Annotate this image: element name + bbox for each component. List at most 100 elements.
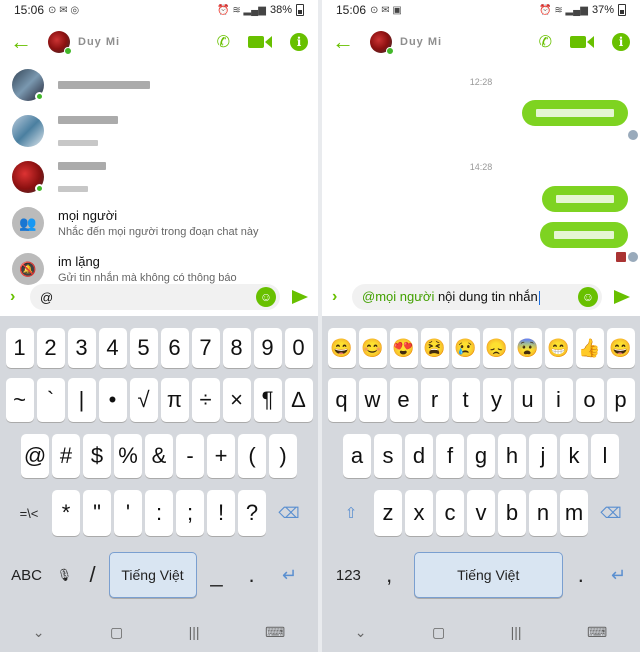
abc-key[interactable]: ABC xyxy=(3,552,50,598)
number-key[interactable]: 9 xyxy=(253,328,282,368)
mention-item[interactable] xyxy=(0,108,318,154)
keyboard-icon[interactable]: ⌨ xyxy=(587,624,607,641)
symbol-key[interactable]: + xyxy=(207,434,235,478)
symbol-key[interactable]: " xyxy=(83,490,111,536)
more-symbols-key[interactable]: =\< xyxy=(9,490,49,536)
symbol-key[interactable]: ¶ xyxy=(253,378,282,422)
message-input[interactable]: @ ☺ xyxy=(30,284,280,310)
number-key[interactable]: 6 xyxy=(160,328,189,368)
letter-key[interactable]: t xyxy=(451,378,480,422)
letter-key[interactable]: h xyxy=(498,434,526,478)
info-icon[interactable]: i xyxy=(612,33,630,51)
letter-key[interactable]: n xyxy=(529,490,557,536)
number-key[interactable]: 0 xyxy=(284,328,313,368)
number-key[interactable]: 123 xyxy=(325,552,372,598)
emoji-icon[interactable]: ☺ xyxy=(578,287,598,307)
underscore-key[interactable]: _ xyxy=(199,552,234,598)
number-key[interactable]: 1 xyxy=(5,328,34,368)
back-arrow-icon[interactable]: ← xyxy=(10,29,36,55)
recents-icon[interactable]: ||| xyxy=(511,624,522,640)
dot-key[interactable]: . xyxy=(565,552,596,598)
symbol-key[interactable]: π xyxy=(160,378,189,422)
symbol-key[interactable]: @ xyxy=(21,434,49,478)
symbol-key[interactable]: ∆ xyxy=(284,378,313,422)
symbol-key[interactable]: - xyxy=(176,434,204,478)
message-input[interactable]: @mọi người nội dung tin nhắn ☺ xyxy=(352,284,602,310)
dot-key[interactable]: . xyxy=(236,552,267,598)
enter-icon[interactable]: ↵ xyxy=(598,552,639,598)
symbol-key[interactable]: # xyxy=(52,434,80,478)
emoji-key[interactable]: 😄 xyxy=(606,328,635,368)
symbol-key[interactable]: & xyxy=(145,434,173,478)
letter-key[interactable]: c xyxy=(436,490,464,536)
symbol-key[interactable]: : xyxy=(145,490,173,536)
backspace-icon[interactable]: ⌫ xyxy=(591,490,631,536)
emoji-key[interactable]: 😨 xyxy=(513,328,542,368)
home-icon[interactable]: ▢ xyxy=(110,624,123,641)
number-key[interactable]: 3 xyxy=(67,328,96,368)
letter-key[interactable]: g xyxy=(467,434,495,478)
symbol-key[interactable]: • xyxy=(98,378,127,422)
chevron-down-icon[interactable]: ⌄ xyxy=(33,624,45,641)
symbol-key[interactable]: ' xyxy=(114,490,142,536)
letter-key[interactable]: y xyxy=(482,378,511,422)
letter-key[interactable]: u xyxy=(513,378,542,422)
recents-icon[interactable]: ||| xyxy=(189,624,200,640)
phone-call-icon[interactable]: ✆ xyxy=(217,32,230,52)
slash-key[interactable]: / xyxy=(79,552,106,598)
avatar[interactable] xyxy=(48,31,72,55)
keyboard-icon[interactable]: ⌨ xyxy=(265,624,285,641)
letter-key[interactable]: s xyxy=(374,434,402,478)
chevron-down-icon[interactable]: ⌄ xyxy=(355,624,367,641)
symbol-key[interactable]: * xyxy=(52,490,80,536)
emoji-icon[interactable]: ☺ xyxy=(256,287,276,307)
video-call-icon[interactable] xyxy=(570,36,594,48)
letter-key[interactable]: k xyxy=(560,434,588,478)
letter-key[interactable]: q xyxy=(327,378,356,422)
mention-item[interactable] xyxy=(0,154,318,200)
letter-key[interactable]: v xyxy=(467,490,495,536)
home-icon[interactable]: ▢ xyxy=(432,624,445,641)
symbol-key[interactable]: × xyxy=(222,378,251,422)
contact-name[interactable]: Duy Mi xyxy=(400,36,442,48)
send-icon[interactable] xyxy=(614,290,630,304)
space-key[interactable]: Tiếng Việt xyxy=(413,552,563,598)
mention-item-everyone[interactable]: 👥 mọi người Nhắc đến mọi người trong đoạ… xyxy=(0,200,318,246)
contact-name[interactable]: Duy Mi xyxy=(78,36,120,48)
symbol-key[interactable]: ) xyxy=(269,434,297,478)
avatar[interactable] xyxy=(370,31,394,55)
number-key[interactable]: 8 xyxy=(222,328,251,368)
symbol-key[interactable]: √ xyxy=(129,378,158,422)
message-bubble[interactable] xyxy=(542,186,628,212)
phone-call-icon[interactable]: ✆ xyxy=(539,32,552,52)
backspace-icon[interactable]: ⌫ xyxy=(269,490,309,536)
letter-key[interactable]: d xyxy=(405,434,433,478)
symbol-key[interactable]: $ xyxy=(83,434,111,478)
letter-key[interactable]: x xyxy=(405,490,433,536)
symbol-key[interactable]: | xyxy=(67,378,96,422)
send-icon[interactable] xyxy=(292,290,308,304)
emoji-key[interactable]: 😊 xyxy=(358,328,387,368)
letter-key[interactable]: p xyxy=(606,378,635,422)
emoji-key[interactable]: 😄 xyxy=(327,328,356,368)
letter-key[interactable]: f xyxy=(436,434,464,478)
message-bubble[interactable] xyxy=(540,222,628,248)
number-key[interactable]: 4 xyxy=(98,328,127,368)
emoji-key[interactable]: 😞 xyxy=(482,328,511,368)
symbol-key[interactable]: ? xyxy=(238,490,266,536)
message-bubble[interactable] xyxy=(522,100,628,126)
enter-icon[interactable]: ↵ xyxy=(269,552,310,598)
letter-key[interactable]: a xyxy=(343,434,371,478)
comma-key[interactable]: , xyxy=(374,552,405,598)
space-key[interactable]: Tiếng Việt xyxy=(108,552,197,598)
emoji-key[interactable]: 👍 xyxy=(575,328,604,368)
shift-icon[interactable]: ⇧ xyxy=(331,490,371,536)
symbol-key[interactable]: ` xyxy=(36,378,65,422)
symbol-key[interactable]: % xyxy=(114,434,142,478)
letter-key[interactable]: l xyxy=(591,434,619,478)
info-icon[interactable]: i xyxy=(290,33,308,51)
chevron-right-icon[interactable]: › xyxy=(332,288,352,306)
letter-key[interactable]: b xyxy=(498,490,526,536)
symbol-key[interactable]: ! xyxy=(207,490,235,536)
back-arrow-icon[interactable]: ← xyxy=(332,29,358,55)
